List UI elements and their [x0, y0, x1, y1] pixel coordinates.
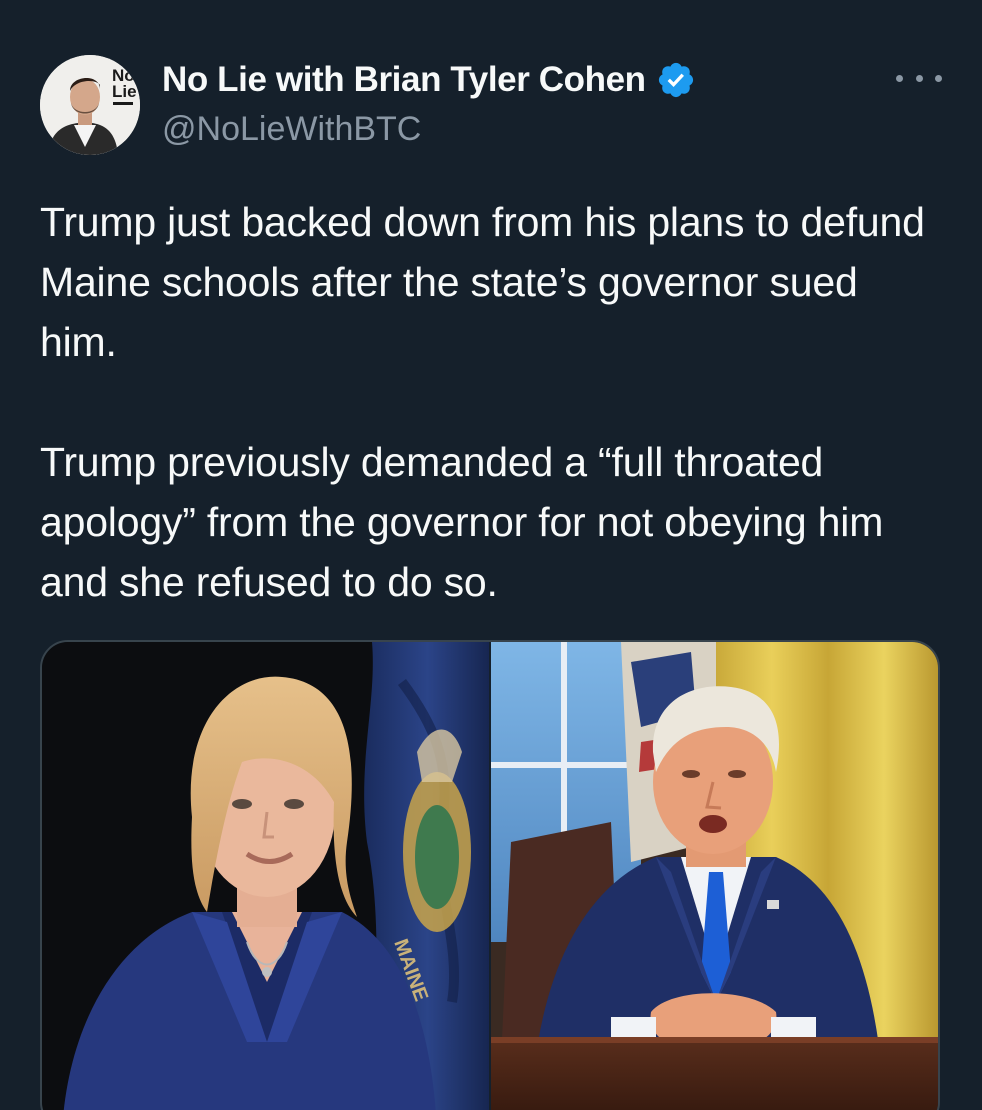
avatar-badge-lie: Lie	[112, 82, 137, 101]
more-dot	[935, 74, 942, 82]
verified-badge-icon	[658, 62, 693, 98]
more-dot	[915, 74, 923, 82]
author-name-row[interactable]: No Lie with Brian Tyler Cohen	[162, 60, 696, 100]
tweet-paragraph-2: Trump previously demanded a “full throat…	[40, 439, 884, 605]
author-handle[interactable]: @NoLieWithBTC	[162, 110, 421, 149]
tweet-text: Trump just backed down from his plans to…	[40, 192, 945, 612]
avatar-image: No Lie	[40, 55, 140, 155]
trump-photo	[491, 642, 938, 1110]
media-photo-governor[interactable]: MAINE	[42, 642, 489, 1110]
author-display-name[interactable]: No Lie with Brian Tyler Cohen	[162, 60, 646, 100]
media-photo-trump[interactable]	[491, 642, 938, 1110]
more-dot	[896, 74, 903, 82]
tweet-paragraph-1: Trump just backed down from his plans to…	[40, 199, 925, 365]
tweet-media[interactable]: MAINE	[40, 640, 940, 1110]
governor-photo: MAINE	[42, 642, 489, 1110]
avatar[interactable]: No Lie	[40, 55, 140, 155]
more-options-icon[interactable]	[896, 62, 942, 94]
tweet-card: No Lie No Lie with Brian Tyler Cohen @No…	[0, 0, 982, 1110]
